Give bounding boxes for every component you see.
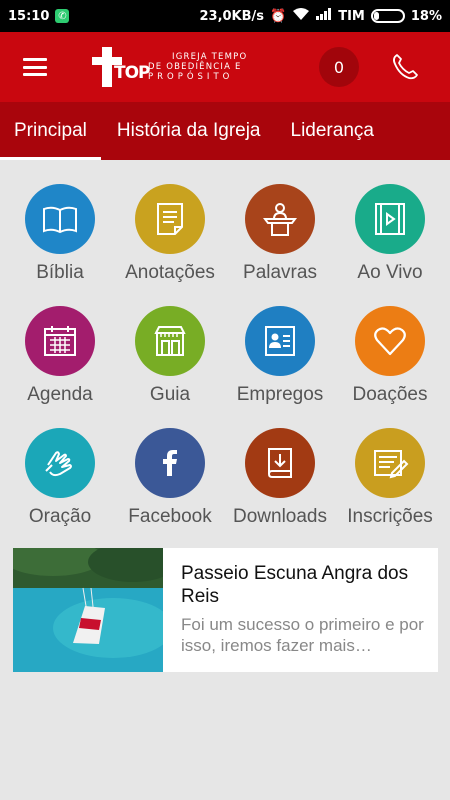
clock: 15:10 [8, 8, 50, 24]
menu-item-oracao[interactable]: Oração [5, 428, 115, 528]
calendar-icon [25, 306, 95, 376]
tab-bar: Principal História da Igreja Liderança [0, 102, 450, 160]
menu-item-doacoes[interactable]: Doações [335, 306, 445, 406]
menu-item-palavras[interactable]: Palavras [225, 184, 335, 284]
menu-label: Guia [149, 384, 191, 405]
carrier-name: TIM [338, 8, 365, 24]
news-title: Passeio Escuna Angra dos Reis [181, 563, 409, 607]
id-card-icon [245, 306, 315, 376]
tab-historia[interactable]: História da Igreja [101, 102, 275, 160]
menu-item-facebook[interactable]: Facebook [115, 428, 225, 528]
news-card[interactable]: Passeio Escuna Angra dos Reis Foi um suc… [13, 548, 438, 672]
logo-line-1: IGREJA TEMPO [172, 52, 248, 62]
menu-item-ao-vivo[interactable]: Ao Vivo [335, 184, 445, 284]
menu-label: Anotações [125, 262, 215, 283]
notification-badge[interactable]: 0 [319, 47, 359, 87]
whatsapp-icon: ✆ [55, 9, 70, 23]
logo-text: IGREJA TEMPO DE OBEDIÊNCIA E PROPÓSITO [148, 52, 247, 82]
logo-acronym: TOP [114, 63, 151, 83]
menu-item-anotacoes[interactable]: Anotações [115, 184, 225, 284]
menu-label: Inscrições [347, 506, 433, 527]
menu-item-empregos[interactable]: Empregos [225, 306, 335, 406]
wifi-icon [292, 7, 310, 25]
menu-label: Palavras [243, 262, 317, 283]
church-logo: TOP IGREJA TEMPO DE OBEDIÊNCIA E PROPÓSI… [92, 45, 247, 89]
menu-icon[interactable] [23, 58, 47, 76]
app-bar: TOP IGREJA TEMPO DE OBEDIÊNCIA E PROPÓSI… [0, 32, 450, 102]
alarm-icon: ⏰ [270, 8, 287, 24]
battery-level: 18% [410, 8, 442, 24]
menu-label: Agenda [27, 384, 93, 405]
pulpit-icon [245, 184, 315, 254]
news-body: Passeio Escuna Angra dos Reis Foi um suc… [163, 548, 438, 672]
menu-item-biblia[interactable]: Bíblia [5, 184, 115, 284]
signal-icon [316, 8, 332, 24]
menu-label: Downloads [233, 506, 327, 527]
phone-icon[interactable] [390, 52, 420, 82]
menu-label: Doações [352, 384, 428, 405]
praying-hands-icon [25, 428, 95, 498]
video-icon [355, 184, 425, 254]
menu-label: Facebook [128, 506, 212, 527]
menu-label: Bíblia [36, 262, 84, 283]
facebook-icon [135, 428, 205, 498]
network-speed: 23,0KB/s [199, 8, 265, 24]
menu-item-inscricoes[interactable]: Inscrições [335, 428, 445, 528]
storefront-icon [135, 306, 205, 376]
logo-line-2: DE OBEDIÊNCIA E [148, 62, 242, 72]
menu-grid: Bíblia Anotações Palavras Ao Vivo Agenda… [0, 184, 450, 528]
menu-item-guia[interactable]: Guia [115, 306, 225, 406]
heart-icon [355, 306, 425, 376]
menu-item-downloads[interactable]: Downloads [225, 428, 335, 528]
notes-icon [135, 184, 205, 254]
tab-principal[interactable]: Principal [0, 102, 101, 160]
news-image [13, 548, 163, 672]
tab-lideranca[interactable]: Liderança [275, 102, 388, 160]
book-icon [25, 184, 95, 254]
news-description: Foi um sucesso o primeiro e por isso, ir… [181, 615, 424, 655]
menu-label: Ao Vivo [357, 262, 423, 283]
cross-logo-icon: TOP [92, 45, 151, 89]
form-edit-icon [355, 428, 425, 498]
menu-label: Oração [28, 506, 92, 527]
menu-item-agenda[interactable]: Agenda [5, 306, 115, 406]
menu-label: Empregos [236, 384, 324, 405]
logo-line-3: PROPÓSITO [148, 72, 234, 82]
battery-icon [370, 9, 405, 23]
download-book-icon [245, 428, 315, 498]
status-bar: 15:10 ✆ 23,0KB/s ⏰ TIM 18% [0, 0, 450, 32]
